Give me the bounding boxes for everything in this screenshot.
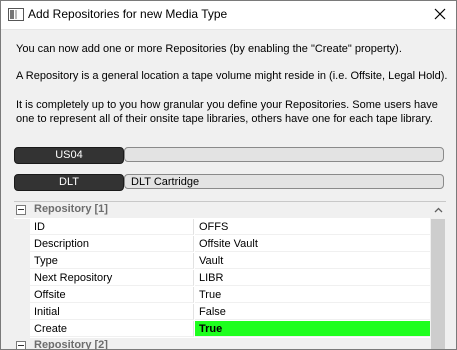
property-row-description[interactable]: Description Offsite Vault bbox=[14, 236, 430, 253]
property-row-type[interactable]: Type Vault bbox=[14, 253, 430, 270]
property-name: Type bbox=[30, 253, 194, 269]
property-row-id[interactable]: ID OFFS bbox=[14, 219, 430, 236]
window-title: Add Repositories for new Media Type bbox=[28, 7, 228, 21]
scroll-up-button[interactable] bbox=[430, 202, 446, 218]
property-value[interactable]: LIBR bbox=[195, 270, 430, 286]
property-name: Next Repository bbox=[30, 270, 194, 286]
scroll-thumb[interactable] bbox=[431, 219, 445, 349]
property-row-create[interactable]: Create True bbox=[14, 321, 430, 338]
info-line-3a: It is completely up to you how granular … bbox=[16, 99, 438, 111]
property-value[interactable]: Offsite Vault bbox=[195, 236, 430, 252]
property-row-next-repository[interactable]: Next Repository LIBR bbox=[14, 270, 430, 287]
chevron-up-icon[interactable] bbox=[434, 204, 443, 216]
category-repository-1[interactable]: Repository [1] bbox=[14, 202, 430, 218]
property-name: Offsite bbox=[30, 287, 194, 303]
collapse-minus-icon[interactable] bbox=[16, 341, 26, 349]
info-line-3b: one to represent all of their onsite tap… bbox=[16, 113, 433, 125]
category-repository-2[interactable]: Repository [2] bbox=[14, 338, 430, 349]
library-label[interactable]: US04 bbox=[14, 147, 124, 164]
info-line-1: You can now add one or more Repositories… bbox=[16, 43, 402, 55]
collapse-minus-icon[interactable] bbox=[16, 205, 26, 215]
library-row: US04 bbox=[14, 147, 446, 164]
property-value[interactable]: Vault bbox=[195, 253, 430, 269]
dialog-window: Add Repositories for new Media Type You … bbox=[0, 0, 457, 350]
property-name: Description bbox=[30, 236, 194, 252]
property-value[interactable]: True bbox=[195, 287, 430, 303]
media-type-row: DLT DLT Cartridge bbox=[14, 174, 446, 191]
property-name: ID bbox=[30, 219, 194, 235]
property-value-create[interactable]: True bbox=[195, 321, 430, 337]
library-value[interactable] bbox=[124, 147, 444, 162]
property-value[interactable]: False bbox=[195, 304, 430, 320]
app-window-icon bbox=[8, 8, 24, 21]
property-name: Create bbox=[30, 321, 194, 337]
property-grid: Repository [1] ID OFFS Description Offsi… bbox=[14, 201, 446, 349]
property-name: Initial bbox=[30, 304, 194, 320]
title-bar: Add Repositories for new Media Type bbox=[1, 1, 456, 30]
vertical-scrollbar[interactable] bbox=[430, 202, 446, 349]
close-button[interactable] bbox=[424, 1, 456, 29]
media-type-value[interactable]: DLT Cartridge bbox=[124, 174, 444, 189]
media-type-label[interactable]: DLT bbox=[14, 174, 124, 191]
info-line-2: A Repository is a general location a tap… bbox=[16, 70, 448, 82]
property-value[interactable]: OFFS bbox=[195, 219, 430, 235]
property-row-initial[interactable]: Initial False bbox=[14, 304, 430, 321]
property-row-offsite[interactable]: Offsite True bbox=[14, 287, 430, 304]
close-icon[interactable] bbox=[434, 8, 446, 23]
